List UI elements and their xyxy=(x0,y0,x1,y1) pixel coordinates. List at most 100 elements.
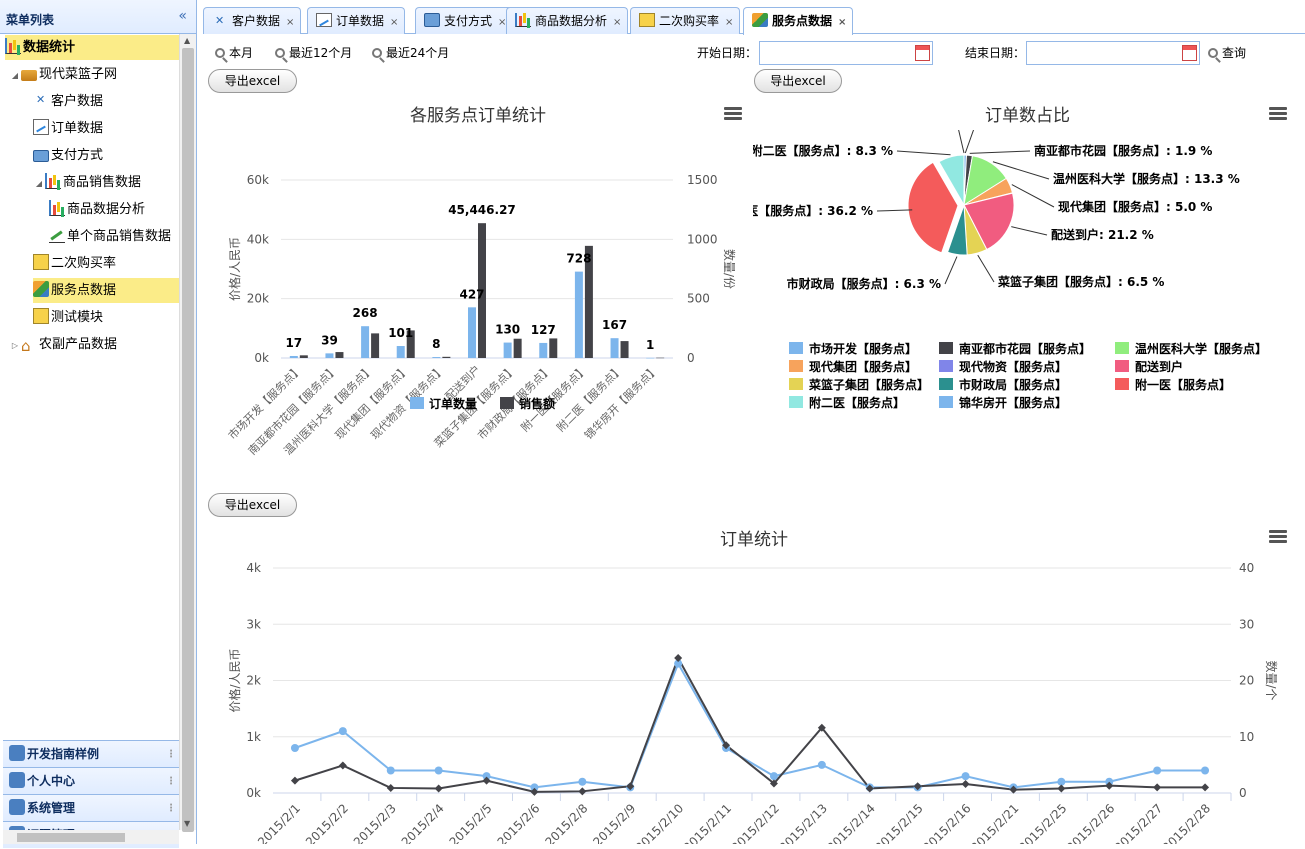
sidebar-item[interactable]: 二次购买率 xyxy=(33,251,179,276)
sidebar-panel[interactable]: 个人中心 ⋮ xyxy=(3,767,179,794)
tree-toggle-icon[interactable]: ◢ xyxy=(33,171,45,196)
sidebar-title: 菜单列表 xyxy=(6,13,55,27)
bar-sales xyxy=(656,357,665,359)
sidebar-item[interactable]: 单个商品销售数据 xyxy=(49,224,179,249)
sidebar-item[interactable]: 商品数据分析 xyxy=(49,197,179,222)
legend-label: 附一医【服务点】 xyxy=(1135,377,1231,392)
panel-handle-icon: ⋮ xyxy=(166,803,176,814)
pie-data-label: 南亚都市花园【服务点】: 1.9 % xyxy=(1034,143,1212,158)
legend-label: 市场开发【服务点】 xyxy=(809,341,917,356)
close-tab-icon[interactable]: × xyxy=(390,17,398,28)
x-tick-label: 2015/2/16 xyxy=(920,801,973,844)
scroll-up-icon[interactable]: ▲ xyxy=(184,36,190,45)
start-date-field[interactable] xyxy=(759,41,933,65)
legend-label: 附二医【服务点】 xyxy=(809,395,905,410)
bar-data-label: 130 xyxy=(495,323,520,337)
bar-chart-icon xyxy=(515,13,531,27)
tree-toggle-icon[interactable]: ◢ xyxy=(9,63,21,88)
panel-handle-icon: ⋮ xyxy=(166,749,176,760)
query-button[interactable]: 查询 xyxy=(1208,44,1246,61)
tab-2[interactable]: 订单数据 × xyxy=(307,7,406,34)
search-icon xyxy=(1208,48,1218,58)
sidebar-item[interactable]: 客户数据 xyxy=(33,89,179,114)
export-excel-button-1[interactable]: 导出excel xyxy=(208,69,297,93)
tab-label: 商品数据分析 xyxy=(535,14,608,28)
bar-sales xyxy=(299,355,308,358)
y2-axis-title: 数量/个 xyxy=(1264,660,1279,700)
sidebar-panel-label: 开发指南样例 xyxy=(27,747,100,761)
end-date-field[interactable] xyxy=(1026,41,1200,65)
data-point-blue xyxy=(386,766,395,775)
tab-3[interactable]: 支付方式 × xyxy=(415,7,514,34)
bar-chart-icon xyxy=(5,38,21,54)
y-tick-label: 40k xyxy=(247,232,269,246)
data-point-dark xyxy=(578,787,587,796)
data-point-blue xyxy=(338,727,347,736)
bar-data-label: 427 xyxy=(459,287,484,301)
tab-5[interactable]: 二次购买率 × xyxy=(630,7,741,34)
scrollbar-thumb[interactable] xyxy=(182,48,194,832)
sidebar-item-label: 农副产品数据 xyxy=(39,337,118,352)
sidebar-panel[interactable]: 系统管理 ⋮ xyxy=(3,794,179,821)
bar-orders xyxy=(574,271,583,358)
bar-sales xyxy=(335,352,344,358)
legend-label: 现代集团【服务点】 xyxy=(809,359,917,374)
data-point-dark xyxy=(1057,784,1066,793)
tab-4[interactable]: 商品数据分析 × xyxy=(506,7,629,34)
x-tick-label: 2015/2/28 xyxy=(1160,801,1213,844)
sidebar-item[interactable]: ◢ 商品销售数据 xyxy=(33,170,179,195)
y2-tick-label: 20 xyxy=(1239,674,1254,688)
payment-icon xyxy=(424,13,440,27)
data-point-blue xyxy=(1153,766,1162,775)
data-point-blue xyxy=(961,772,970,781)
close-tab-icon[interactable]: × xyxy=(838,17,846,28)
tab-label: 二次购买率 xyxy=(659,14,720,28)
tab-6[interactable]: 服务点数据 × xyxy=(743,7,854,35)
repurchase-icon xyxy=(33,254,49,270)
pie-connector xyxy=(896,150,951,156)
export-excel-button-3[interactable]: 导出excel xyxy=(208,493,297,517)
sidebar-item[interactable]: 测试模块 xyxy=(33,305,179,330)
tree-toggle-icon[interactable]: ▷ xyxy=(9,333,21,358)
order-icon xyxy=(33,119,49,135)
sidebar-item[interactable]: ▷ ⌂ 农副产品数据 xyxy=(9,332,179,357)
repurchase-icon xyxy=(639,13,655,27)
export-excel-button-2[interactable]: 导出excel xyxy=(754,69,842,93)
sidebar-panel[interactable]: 开发指南样例 ⋮ xyxy=(3,740,179,767)
legend-swatch xyxy=(939,396,953,408)
sidebar-item[interactable]: 订单数据 xyxy=(33,116,179,141)
close-tab-icon[interactable]: × xyxy=(725,17,733,28)
sidebar-hscrollbar[interactable] xyxy=(3,830,179,844)
calendar-icon[interactable] xyxy=(1182,45,1197,61)
close-tab-icon[interactable]: × xyxy=(613,17,621,28)
collapse-icon[interactable]: « xyxy=(178,8,187,24)
y2-tick-label: 10 xyxy=(1239,730,1254,744)
sidebar-item[interactable]: 服务点数据 xyxy=(33,278,179,303)
search-icon xyxy=(215,48,225,58)
sidebar-item[interactable]: ◢ 现代菜篮子网 xyxy=(9,62,179,87)
service-icon xyxy=(33,281,49,297)
tab-1[interactable]: 客户数据 × xyxy=(203,7,302,34)
scroll-down-icon[interactable]: ▼ xyxy=(184,819,190,828)
sidebar-item[interactable]: 支付方式 xyxy=(33,143,179,168)
sidebar-scrollbar[interactable]: ▲ ▼ xyxy=(179,34,196,832)
order-icon xyxy=(316,13,332,27)
last-12-months-link[interactable]: 最近12个月 xyxy=(275,44,352,61)
bar-orders xyxy=(361,326,370,358)
start-date-label: 开始日期： xyxy=(697,46,758,60)
sidebar-item[interactable]: 数据统计 xyxy=(5,35,179,60)
calendar-icon[interactable] xyxy=(915,45,930,61)
close-tab-icon[interactable]: × xyxy=(286,17,294,28)
this-month-link[interactable]: 本月 xyxy=(215,44,253,61)
data-point-blue xyxy=(578,777,587,786)
pie-data-label: 温州医科大学【服务点】: 13.3 % xyxy=(1053,171,1240,186)
tab-label: 服务点数据 xyxy=(772,14,833,28)
hscrollbar-thumb[interactable] xyxy=(17,833,125,842)
bar-data-label: 8 xyxy=(432,337,440,351)
legend-swatch xyxy=(939,360,953,372)
y-axis-title: 价格/人民币 xyxy=(227,648,242,712)
sidebar-item-label: 现代菜篮子网 xyxy=(39,67,118,82)
last-24-months-link[interactable]: 最近24个月 xyxy=(372,44,449,61)
legend-swatch xyxy=(1115,360,1129,372)
pie-chart: 市场开发【服务点】: 0.8 %南亚都市花园【服务点】: 1.9 %温州医科大学… xyxy=(753,130,1267,410)
